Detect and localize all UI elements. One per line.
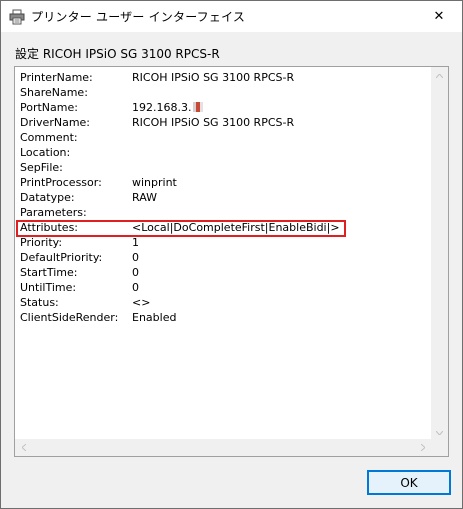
property-key: DefaultPriority: xyxy=(20,251,103,264)
property-value: 192.168.3. xyxy=(132,100,204,115)
property-value: RAW xyxy=(132,191,157,204)
property-value: RICOH IPSiO SG 3100 RPCS-R xyxy=(132,71,295,84)
property-key: UntilTime: xyxy=(20,281,77,294)
property-value: 0 xyxy=(132,266,139,279)
attributes-highlight-box xyxy=(16,220,346,237)
property-value: 1 xyxy=(132,236,139,249)
property-value: 0 xyxy=(132,251,139,264)
property-key: PrintProcessor: xyxy=(20,176,102,189)
property-key: SepFile: xyxy=(20,161,63,174)
printer-ui-dialog: プリンター ユーザー インターフェイス ✕ 設定 RICOH IPSiO SG … xyxy=(0,0,463,509)
close-button[interactable]: ✕ xyxy=(416,1,462,32)
title-bar: プリンター ユーザー インターフェイス ✕ xyxy=(1,1,462,32)
property-value: <> xyxy=(132,296,151,309)
property-key: PrinterName: xyxy=(20,71,93,84)
property-key: Status: xyxy=(20,296,59,309)
scroll-left-arrow[interactable] xyxy=(15,439,32,456)
scrollbar-corner xyxy=(431,439,448,456)
property-key: Comment: xyxy=(20,131,78,144)
property-key: Parameters: xyxy=(20,206,87,219)
property-key: ClientSideRender: xyxy=(20,311,119,324)
close-icon: ✕ xyxy=(433,9,445,24)
ok-button[interactable]: OK xyxy=(367,470,451,495)
property-value: Enabled xyxy=(132,311,177,324)
property-key: PortName: xyxy=(20,101,78,114)
vertical-scrollbar[interactable] xyxy=(431,67,448,441)
horizontal-scrollbar[interactable] xyxy=(15,439,431,456)
scroll-right-arrow[interactable] xyxy=(414,439,431,456)
property-key: Location: xyxy=(20,146,71,159)
property-key: Priority: xyxy=(20,236,63,249)
property-value: RICOH IPSiO SG 3100 RPCS-R xyxy=(132,116,295,129)
properties-list[interactable]: PrinterName: RICOH IPSiO SG 3100 RPCS-R Sh… xyxy=(14,66,449,457)
property-key: Datatype: xyxy=(20,191,75,204)
settings-label: 設定 RICOH IPSiO SG 3100 RPCS-R xyxy=(15,47,220,61)
printer-icon xyxy=(9,9,25,25)
redacted-address-block xyxy=(193,102,204,112)
property-value: 0 xyxy=(132,281,139,294)
property-key: StartTime: xyxy=(20,266,78,279)
window-title: プリンター ユーザー インターフェイス xyxy=(31,10,246,24)
scroll-up-arrow[interactable] xyxy=(431,67,448,84)
property-key: ShareName: xyxy=(20,86,88,99)
property-key: DriverName: xyxy=(20,116,91,129)
property-value: winprint xyxy=(132,176,177,189)
